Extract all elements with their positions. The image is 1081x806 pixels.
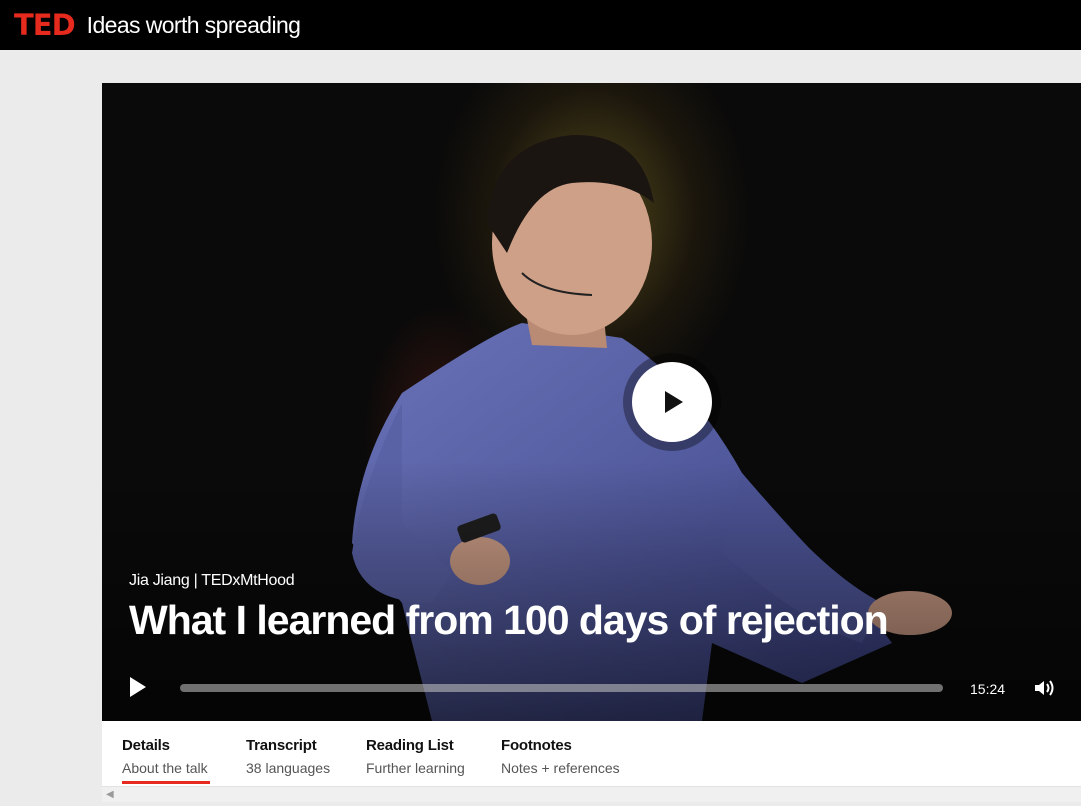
tab-label: Footnotes: [501, 737, 572, 754]
top-bar: TED Ideas worth spreading: [0, 0, 1081, 50]
video-player[interactable]: Jia Jiang | TEDxMtHood What I learned fr…: [102, 83, 1081, 721]
play-icon: [665, 391, 683, 413]
volume-icon: [1035, 680, 1054, 696]
talk-title: What I learned from 100 days of rejectio…: [129, 597, 889, 643]
player-controls: 15:24: [102, 668, 1081, 708]
horizontal-scrollbar[interactable]: ◀: [102, 786, 1081, 802]
scroll-left-icon[interactable]: ◀: [106, 789, 114, 800]
tab-details[interactable]: Details About the talk: [122, 737, 208, 776]
tab-footnotes[interactable]: Footnotes Notes + references: [501, 737, 620, 776]
tagline: Ideas worth spreading: [86, 11, 301, 38]
duration: 15:24: [970, 681, 1006, 697]
volume-button[interactable]: [1034, 679, 1056, 702]
tab-sublabel: Notes + references: [501, 760, 620, 776]
play-icon: [130, 677, 146, 697]
ted-logo[interactable]: TED: [14, 8, 76, 42]
progress-bar[interactable]: [180, 684, 943, 692]
play-button[interactable]: [128, 676, 148, 703]
tab-label: Details: [122, 737, 170, 754]
active-tab-indicator: [122, 781, 210, 784]
tab-transcript[interactable]: Transcript 38 languages: [246, 737, 330, 776]
tab-reading-list[interactable]: Reading List Further learning: [366, 737, 465, 776]
talk-tabs: Details About the talk Transcript 38 lan…: [102, 721, 1081, 786]
tab-sublabel: About the talk: [122, 760, 208, 776]
tab-sublabel: Further learning: [366, 760, 465, 776]
speaker-event[interactable]: Jia Jiang | TEDxMtHood: [129, 572, 295, 590]
tab-label: Reading List: [366, 737, 454, 754]
tab-sublabel: 38 languages: [246, 760, 331, 776]
big-play-button[interactable]: [623, 353, 721, 451]
tab-label: Transcript: [246, 737, 317, 754]
